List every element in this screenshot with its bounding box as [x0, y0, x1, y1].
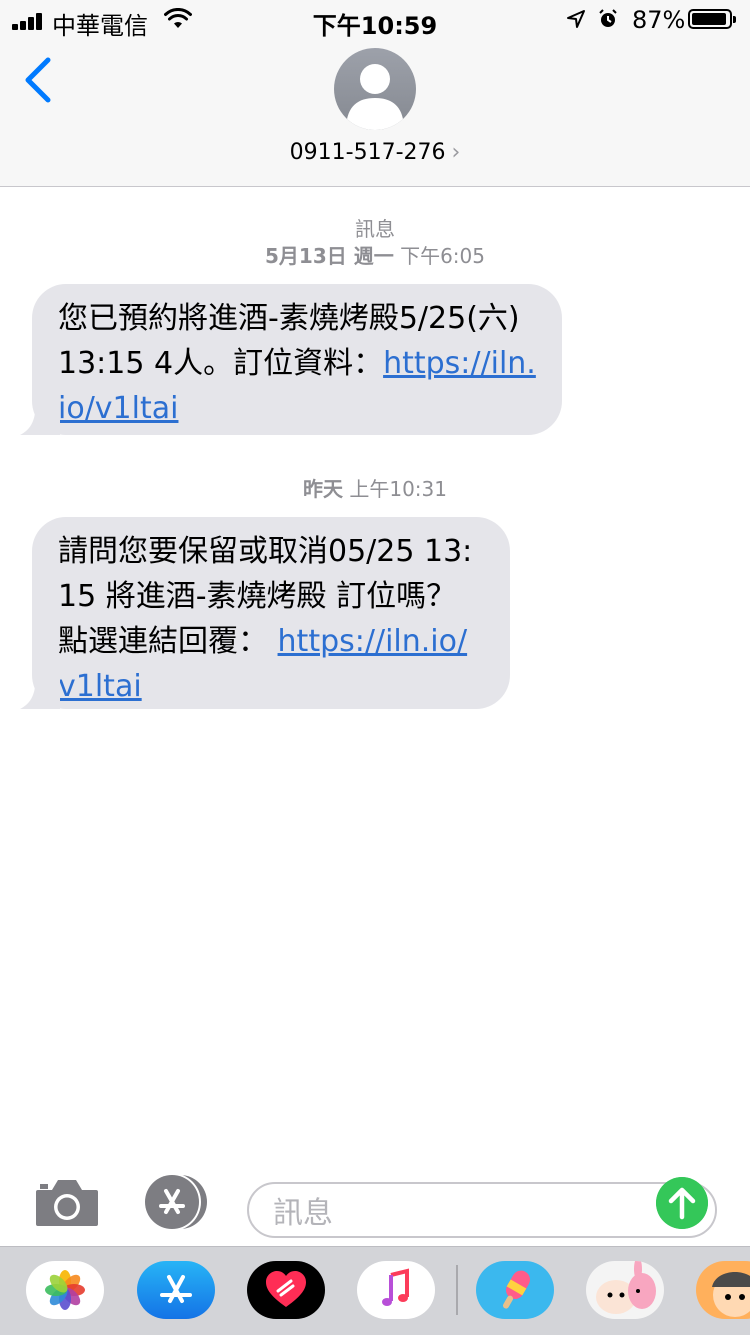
contact-avatar-icon[interactable] — [334, 48, 416, 130]
battery-icon — [688, 9, 736, 29]
bubble-tail — [20, 673, 60, 709]
send-arrow-icon[interactable] — [656, 1177, 708, 1229]
message-bubble[interactable]: 請問您要保留或取消05/25 13:15 將進酒-素燒烤殿 訂位嗎？點選連結回覆… — [20, 517, 510, 709]
status-bar: 中華電信 下午10:59 87% — [0, 0, 750, 40]
kanahei-sticker-app-icon[interactable] — [586, 1261, 664, 1319]
battery-percentage: 87% — [632, 6, 686, 34]
message-input[interactable] — [271, 1194, 655, 1232]
drawer-divider — [456, 1265, 458, 1315]
contact-name-button[interactable]: 0911-517-276 › — [0, 140, 750, 165]
alarm-clock-icon — [599, 9, 617, 27]
timestamp-time: 上午10:31 — [349, 477, 447, 501]
message-bubble[interactable]: 您已預約將進酒-素燒烤殿5/25(六)13:15 4人。訂位資料：https:/… — [20, 284, 562, 435]
digital-touch-app-icon[interactable] — [247, 1261, 325, 1319]
app-store-app-icon[interactable] — [137, 1261, 215, 1319]
service-label: 訊息 — [355, 217, 395, 241]
timestamp-1: 5月13日 週一 下午6:05 — [0, 240, 750, 269]
timestamp-date: 5月13日 週一 — [265, 244, 394, 268]
camera-icon[interactable] — [34, 1176, 100, 1228]
imessage-app-drawer — [0, 1246, 750, 1335]
bubble-tail — [20, 399, 60, 435]
app-store-icon[interactable] — [140, 1174, 212, 1230]
popsicle-sticker-app-icon[interactable] — [476, 1261, 554, 1319]
timestamp-date: 昨天 — [303, 477, 343, 501]
navigation-header: 中華電信 下午10:59 87% 0911-517-276 › — [0, 0, 750, 187]
message-input-field[interactable] — [247, 1182, 717, 1238]
location-arrow-icon — [567, 10, 585, 28]
chevron-right-icon: › — [451, 140, 461, 165]
photos-app-icon[interactable] — [26, 1261, 104, 1319]
back-chevron-icon[interactable] — [20, 56, 56, 104]
character-sticker-app-icon[interactable] — [696, 1261, 750, 1319]
timestamp-time: 下午6:05 — [400, 244, 485, 268]
contact-number: 0911-517-276 — [289, 140, 446, 165]
timestamp-2: 昨天 上午10:31 — [0, 473, 750, 502]
music-app-icon[interactable] — [357, 1261, 435, 1319]
